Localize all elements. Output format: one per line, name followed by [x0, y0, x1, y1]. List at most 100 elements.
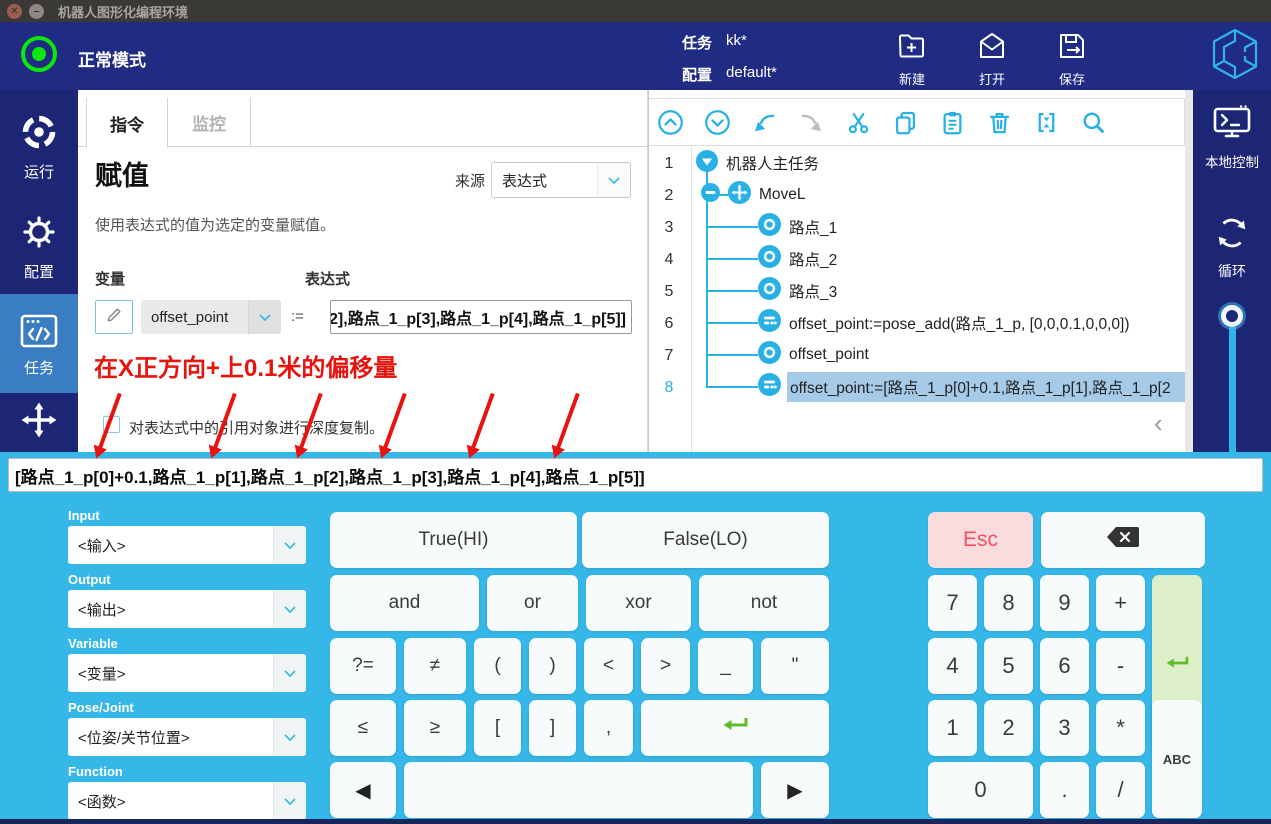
tree-row-waypoint-1[interactable]: 路点_1 — [691, 211, 1185, 243]
key-comma[interactable]: , — [584, 700, 633, 756]
tree-row-assign-pose-add[interactable]: offset_point:=pose_add(路点_1_p, [0,0,0.1,… — [691, 307, 1185, 339]
sidebar-item-config[interactable]: 配置 — [0, 212, 78, 282]
undo-button[interactable] — [751, 109, 778, 136]
key-7[interactable]: 7 — [928, 575, 977, 631]
key-esc[interactable]: Esc — [928, 512, 1033, 568]
key-and[interactable]: and — [330, 575, 479, 631]
key-decimal[interactable]: . — [1040, 762, 1089, 818]
gear-icon — [19, 239, 59, 256]
tab-bar: 指令 监控 — [78, 98, 648, 147]
function-select[interactable]: <函数> — [68, 782, 306, 820]
new-button[interactable]: 新建 — [877, 30, 947, 88]
sidebar-item-task[interactable]: 任务 — [0, 312, 78, 378]
key-0[interactable]: 0 — [928, 762, 1033, 818]
sidebar-item-run[interactable]: 运行 — [0, 112, 78, 182]
move-down-button[interactable] — [704, 109, 731, 136]
tree-row-main-task[interactable]: 机器人主任务 — [691, 147, 1185, 179]
save-button[interactable]: 保存 — [1037, 30, 1107, 88]
key-8[interactable]: 8 — [984, 575, 1033, 631]
key-not-equal[interactable]: ≠ — [404, 638, 466, 694]
key-bracket-close[interactable]: ] — [529, 700, 576, 756]
variable-operand-select[interactable]: <变量> — [68, 654, 306, 692]
open-button[interactable]: 打开 — [957, 30, 1027, 88]
expression-input[interactable]: 2],路点_1_p[3],路点_1_p[4],路点_1_p[5]] — [330, 300, 632, 334]
delete-button[interactable] — [986, 109, 1013, 136]
key-paren-close[interactable]: ) — [529, 638, 576, 694]
pose-joint-select[interactable]: <位姿/关节位置> — [68, 718, 306, 756]
key-4[interactable]: 4 — [928, 638, 977, 694]
key-greater-equal[interactable]: ≥ — [404, 700, 466, 756]
copy-button[interactable] — [892, 109, 919, 136]
expression-editor-input[interactable]: [路点_1_p[0]+0.1,路点_1_p[1],路点_1_p[2],路点_1_… — [8, 458, 1263, 492]
input-select[interactable]: <输入> — [68, 526, 306, 564]
key-or[interactable]: or — [487, 575, 578, 631]
key-test-assign[interactable]: ?= — [330, 638, 396, 694]
key-abc-mode[interactable]: ABC — [1152, 700, 1202, 818]
expression-label: 表达式 — [305, 268, 350, 289]
tree-row-movel[interactable]: MoveL — [691, 179, 1185, 211]
tree-row-waypoint-2[interactable]: 路点_2 — [691, 243, 1185, 275]
window-bottom-edge — [0, 819, 1271, 824]
key-quote[interactable]: " — [761, 638, 829, 694]
tree-row-label: 路点_3 — [789, 280, 837, 302]
insert-button[interactable] — [1033, 109, 1060, 136]
output-select[interactable]: <输出> — [68, 590, 306, 628]
key-6[interactable]: 6 — [1040, 638, 1089, 694]
chevron-down-icon — [273, 782, 306, 820]
expression-editor-panel: [路点_1_p[0]+0.1,路点_1_p[1],路点_1_p[2],路点_1_… — [0, 452, 1271, 824]
key-bracket-open[interactable]: [ — [474, 700, 521, 756]
chevron-down-icon — [273, 590, 306, 628]
key-less-than[interactable]: < — [584, 638, 633, 694]
key-paren-open[interactable]: ( — [474, 638, 521, 694]
sidebar-item-move[interactable] — [0, 400, 78, 445]
key-space[interactable] — [404, 762, 753, 818]
source-select[interactable]: 表达式 — [491, 162, 631, 198]
key-2[interactable]: 2 — [984, 700, 1033, 756]
key-5[interactable]: 5 — [984, 638, 1033, 694]
key-underscore[interactable]: _ — [698, 638, 753, 694]
key-greater-than[interactable]: > — [641, 638, 690, 694]
key-backspace[interactable] — [1041, 512, 1205, 568]
tab-monitor[interactable]: 监控 — [168, 98, 251, 147]
key-xor[interactable]: xor — [586, 575, 691, 631]
sidebar-item-local-control[interactable]: 本地控制 — [1193, 104, 1271, 171]
input-group-label: Input — [68, 508, 100, 523]
key-less-equal[interactable]: ≤ — [330, 700, 396, 756]
window-minimize-button[interactable]: – — [29, 4, 44, 19]
speed-slider-handle[interactable] — [1221, 305, 1243, 327]
key-false[interactable]: False(LO) — [582, 512, 829, 568]
tab-instruction[interactable]: 指令 — [86, 98, 168, 148]
paste-button[interactable] — [939, 109, 966, 136]
variable-select[interactable]: offset_point — [141, 300, 281, 334]
tree-row-waypoint-3[interactable]: 路点_3 — [691, 275, 1185, 307]
search-button[interactable] — [1080, 109, 1107, 136]
tree-row-assign-selected[interactable]: offset_point:=[路点_1_p[0]+0.1,路点_1_p[1],路… — [691, 371, 1185, 403]
key-multiply[interactable]: * — [1096, 700, 1145, 756]
key-cursor-right[interactable]: ▶ — [761, 762, 829, 818]
key-cursor-left[interactable]: ◀ — [330, 762, 396, 818]
key-1[interactable]: 1 — [928, 700, 977, 756]
key-plus[interactable]: + — [1096, 575, 1145, 631]
key-enter-wide[interactable] — [641, 700, 829, 756]
input-select-value: <输入> — [78, 526, 126, 564]
key-3[interactable]: 3 — [1040, 700, 1089, 756]
scrollbar-lane[interactable] — [1185, 90, 1193, 452]
redo-button[interactable] — [798, 109, 825, 136]
key-not[interactable]: not — [699, 575, 829, 631]
panel-collapse-chevron[interactable]: ‹ — [1154, 410, 1163, 436]
sidebar-item-loop[interactable]: 循环 — [1193, 214, 1271, 281]
key-9[interactable]: 9 — [1040, 575, 1089, 631]
window-close-button[interactable]: ✕ — [7, 4, 22, 19]
key-true[interactable]: True(HI) — [330, 512, 577, 568]
tree-row-offset-point[interactable]: offset_point — [691, 339, 1185, 371]
collapse-minus-icon[interactable] — [701, 183, 720, 207]
task-value: kk* — [726, 32, 747, 53]
speed-slider-track[interactable] — [1229, 327, 1236, 452]
key-minus[interactable]: - — [1096, 638, 1145, 694]
key-divide[interactable]: / — [1096, 762, 1145, 818]
edit-variable-button[interactable] — [95, 300, 133, 334]
deep-copy-checkbox-row: 对表达式中的引用对象进行深度复制。 — [103, 416, 384, 438]
move-up-button[interactable] — [657, 109, 684, 136]
line-number: 3 — [649, 219, 689, 237]
cut-button[interactable] — [845, 109, 872, 136]
